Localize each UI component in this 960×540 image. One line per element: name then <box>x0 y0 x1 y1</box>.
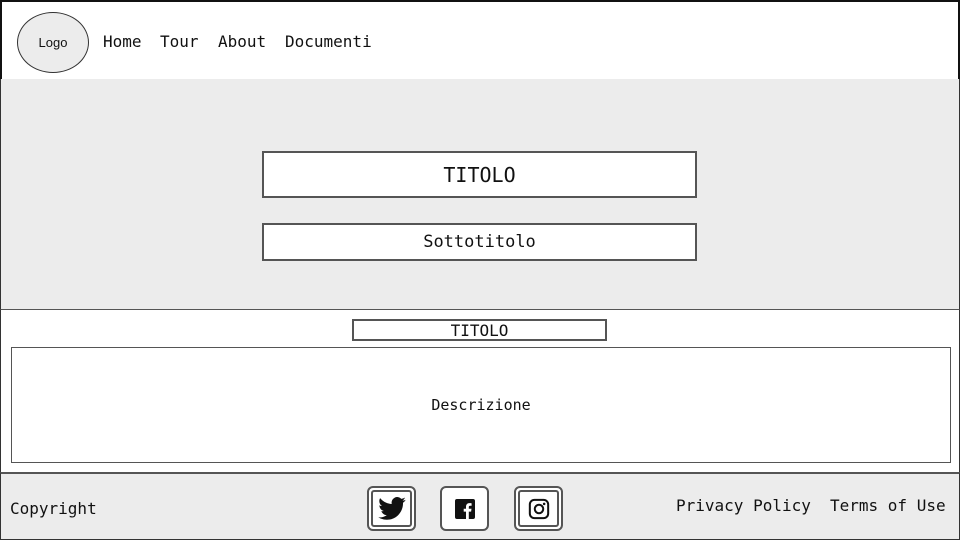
logo[interactable]: Logo <box>17 12 89 73</box>
site-header: Logo Home Tour About Documenti <box>0 0 960 81</box>
privacy-policy-link[interactable]: Privacy Policy <box>676 496 811 515</box>
content-section: TITOLO Descrizione <box>0 310 960 474</box>
twitter-icon <box>371 490 412 527</box>
hero-title: TITOLO <box>262 151 697 198</box>
facebook-link[interactable] <box>440 486 489 531</box>
instagram-link[interactable] <box>514 486 563 531</box>
section-title: TITOLO <box>352 319 607 341</box>
nav-item-tour[interactable]: Tour <box>160 32 199 51</box>
facebook-icon <box>444 490 485 527</box>
twitter-link[interactable] <box>367 486 416 531</box>
nav-item-about[interactable]: About <box>218 32 266 51</box>
hero-subtitle: Sottotitolo <box>262 223 697 261</box>
description-text: Descrizione <box>431 396 531 414</box>
logo-label: Logo <box>38 35 68 50</box>
site-footer: Copyright Privacy Policy Terms of Use <box>0 472 960 540</box>
nav-item-documenti[interactable]: Documenti <box>285 32 372 51</box>
copyright-text: Copyright <box>10 499 97 518</box>
hero-section: TITOLO Sottotitolo <box>0 79 960 310</box>
nav-item-home[interactable]: Home <box>103 32 142 51</box>
description-box: Descrizione <box>11 347 951 463</box>
terms-of-use-link[interactable]: Terms of Use <box>830 496 946 515</box>
instagram-icon <box>518 490 559 527</box>
